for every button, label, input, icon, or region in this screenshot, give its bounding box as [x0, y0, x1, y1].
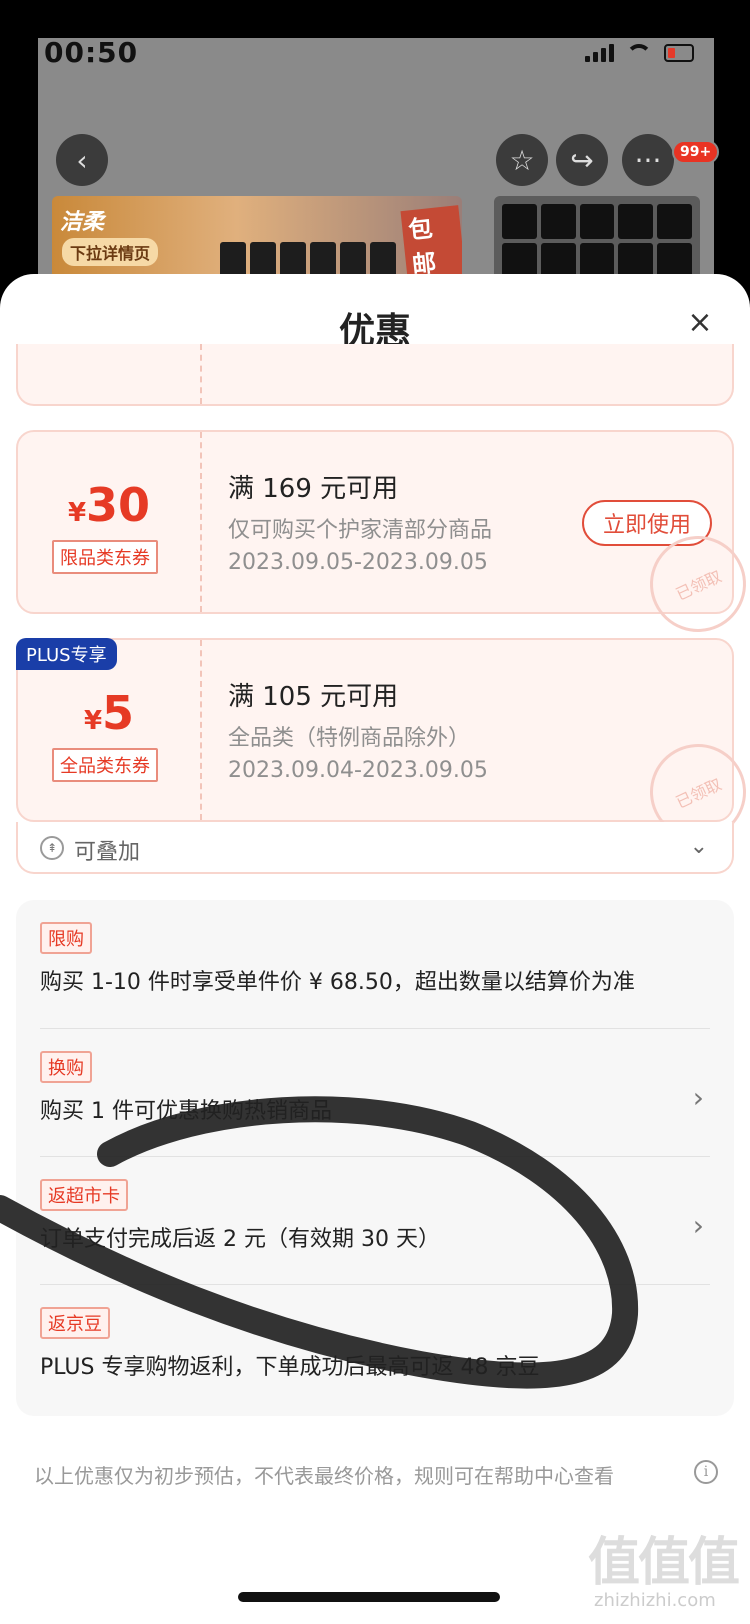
- chevron-down-icon: ⌄: [689, 834, 708, 859]
- plus-exclusive-badge: PLUS专享: [16, 638, 117, 670]
- home-indicator: [238, 1592, 500, 1602]
- battery-icon: [664, 44, 694, 62]
- status-icons: [585, 44, 694, 62]
- notification-badge: 99+: [672, 140, 720, 164]
- back-icon[interactable]: ‹: [56, 134, 108, 186]
- more-icon[interactable]: ···: [622, 134, 674, 186]
- banner-text: 下拉详情页: [62, 238, 159, 266]
- coupon-card[interactable]: ¥30 限品类东券 满 169 元可用 仅可购买个护家清部分商品 2023.09…: [16, 430, 750, 648]
- coupon-card-partial: [16, 344, 734, 406]
- product-thumbnail[interactable]: [494, 196, 700, 286]
- promotions-card: 限购 购买 1-10 件时享受单件价 ¥ 68.50，超出数量以结算价为准 换购…: [16, 900, 734, 1416]
- disclaimer-text: 以上优惠仅为初步预估，不代表最终价格，规则可在帮助中心查看: [34, 1464, 614, 1488]
- promotion-item[interactable]: 换购 购买 1 件可优惠换购热销商品 ›: [40, 1028, 710, 1158]
- coupon-scope: 仅可购买个护家清部分商品: [228, 518, 493, 543]
- watermark-url: zhizhizhi.com: [594, 1590, 716, 1611]
- promotion-tag: 返超市卡: [40, 1179, 128, 1211]
- star-icon[interactable]: ☆: [496, 134, 548, 186]
- promotion-text: 购买 1-10 件时享受单件价 ¥ 68.50，超出数量以结算价为准: [40, 970, 635, 995]
- chevron-right-icon[interactable]: ›: [693, 1209, 704, 1242]
- coupon-type: 全品类东券: [52, 748, 158, 782]
- promotion-tag: 换购: [40, 1051, 92, 1083]
- share-icon[interactable]: ↪: [556, 134, 608, 186]
- coupon-scope: 全品类（特例商品除外）: [228, 726, 471, 751]
- coupon-left-partial: [18, 344, 202, 404]
- promotion-item: 限购 购买 1-10 件时享受单件价 ¥ 68.50，超出数量以结算价为准: [40, 900, 710, 1030]
- close-icon[interactable]: ×: [682, 304, 718, 340]
- coupon-validity: 2023.09.05-2023.09.05: [228, 550, 488, 575]
- coupon-amount: ¥5: [83, 686, 135, 740]
- promotion-item[interactable]: 返超市卡 订单支付完成后返 2 元（有效期 30 天） ›: [40, 1156, 710, 1286]
- chevron-right-icon[interactable]: ›: [693, 1081, 704, 1114]
- wifi-icon: [626, 44, 652, 62]
- coupon-type: 限品类东券: [52, 540, 158, 574]
- stackable-label: 可叠加: [74, 840, 141, 865]
- coupon-left: ¥30 限品类东券: [18, 432, 202, 612]
- coupon-validity: 2023.09.04-2023.09.05: [228, 758, 488, 783]
- promotion-text: 购买 1 件可优惠换购热销商品: [40, 1099, 332, 1124]
- watermark-logo: 值值值: [588, 1533, 740, 1593]
- status-time: 00:50: [44, 36, 139, 69]
- stack-icon: ⇞: [40, 836, 64, 860]
- coupon-card[interactable]: ¥5 全品类东券 满 105 元可用 全品类（特例商品除外） 2023.09.0…: [16, 638, 750, 856]
- brand-logo: 洁柔: [60, 210, 105, 235]
- promotion-text: 订单支付完成后返 2 元（有效期 30 天）: [40, 1227, 440, 1252]
- promotion-tag: 限购: [40, 922, 92, 954]
- promo-banner[interactable]: 洁柔 下拉详情页 包邮: [52, 196, 462, 286]
- free-shipping-badge: 包邮: [400, 205, 462, 281]
- promotion-item: 返京豆 PLUS 专享购物返利，下单成功后最高可返 48 京豆: [40, 1284, 710, 1414]
- signal-icon: [585, 44, 614, 62]
- info-icon[interactable]: i: [694, 1460, 718, 1484]
- promotion-tag: 返京豆: [40, 1307, 110, 1339]
- coupon-condition: 满 169 元可用: [228, 474, 399, 504]
- promotion-text: PLUS 专享购物返利，下单成功后最高可返 48 京豆: [40, 1355, 540, 1380]
- coupon-condition: 满 105 元可用: [228, 682, 399, 712]
- coupon-amount: ¥30: [67, 478, 151, 532]
- discount-sheet: 优惠 × ¥30 限品类东券 满 169 元可用 仅可购买个护家清部分商品 20…: [0, 274, 750, 1624]
- stackable-toggle[interactable]: ⇞ 可叠加 ⌄: [16, 822, 734, 874]
